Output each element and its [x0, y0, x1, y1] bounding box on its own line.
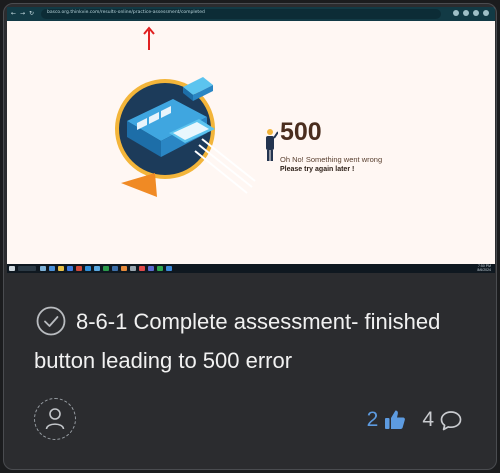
taskbar-app-icon: [49, 266, 55, 271]
taskbar-search: [18, 266, 36, 271]
red-arrow-annotation-icon: [143, 26, 155, 50]
browser-toolbar: ← → ↻ basco.org.thinkvie.com/results-onl…: [7, 7, 495, 21]
windows-taskbar: 7:50 PM 8/6/2024: [7, 264, 495, 273]
check-circle-icon: [36, 306, 66, 336]
attached-screenshot[interactable]: ← → ↻ basco.org.thinkvie.com/results-onl…: [7, 7, 495, 273]
taskbar-app-icon: [166, 266, 172, 271]
taskbar-app-icon: [58, 266, 64, 271]
taskbar-app-icon: [112, 266, 118, 271]
back-icon: ←: [11, 10, 17, 17]
reload-icon: ↻: [29, 10, 35, 17]
user-icon: [45, 408, 65, 430]
taskbar-app-icon: [67, 266, 73, 271]
post-stats: 2 4: [367, 408, 462, 432]
start-icon: [9, 266, 15, 271]
post-title-block: 8-6-1 Complete assessment- finished butt…: [34, 302, 474, 380]
browser-extension-icons: [453, 10, 489, 16]
comments-count: 4: [422, 408, 434, 431]
taskbar-app-icon: [85, 266, 91, 271]
taskbar-app-icon: [148, 266, 154, 271]
forward-icon: →: [20, 10, 26, 17]
taskbar-date: 8/6/2024: [477, 267, 491, 272]
post-title[interactable]: 8-6-1 Complete assessment- finished butt…: [34, 309, 440, 373]
comment-bubble-icon[interactable]: [440, 410, 462, 431]
thumbs-up-icon[interactable]: [384, 409, 406, 431]
taskbar-app-icon: [139, 266, 145, 271]
address-bar: basco.org.thinkvie.com/results-online/pr…: [41, 9, 441, 19]
taskbar-app-icon: [130, 266, 136, 271]
error-retry-text: Please try again later !: [280, 166, 355, 173]
error-code: 500: [280, 118, 322, 146]
error-message: Oh No! Something went wrong: [280, 155, 383, 164]
taskbar-app-icon: [76, 266, 82, 271]
worker-figure-icon: [266, 129, 278, 161]
post-card[interactable]: ← → ↻ basco.org.thinkvie.com/results-onl…: [3, 3, 497, 470]
avatar[interactable]: [34, 398, 76, 440]
error-message-block: 500 Oh No! Something went wrong Please t…: [262, 120, 412, 180]
taskbar-app-icon: [40, 266, 46, 271]
url-text: basco.org.thinkvie.com/results-online/pr…: [47, 10, 205, 15]
server-illustration-icon: [115, 77, 256, 197]
taskbar-app-icon: [94, 266, 100, 271]
taskbar-app-icon: [103, 266, 109, 271]
taskbar-clock: 7:50 PM 8/6/2024: [477, 264, 491, 272]
likes-count: 2: [366, 408, 379, 431]
taskbar-app-icon: [121, 266, 127, 271]
taskbar-app-icon: [157, 266, 163, 271]
